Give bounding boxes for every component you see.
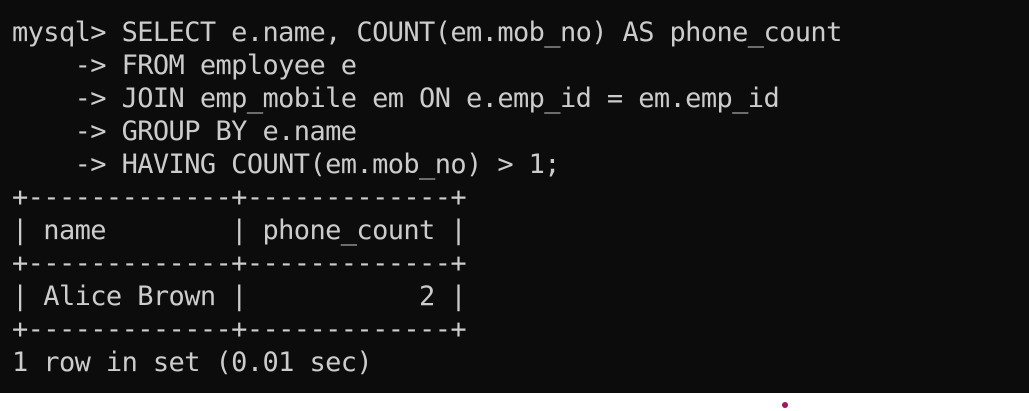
sql-prompt-line: mysql> SELECT e.name, COUNT(em.mob_no) A…	[12, 17, 842, 48]
bottom-strip	[0, 393, 1029, 411]
result-table-border: +-------------+-------------+	[12, 248, 467, 279]
sql-continuation-line: -> JOIN emp_mobile em ON e.emp_id = em.e…	[12, 83, 780, 114]
result-status-line: 1 row in set (0.01 sec)	[12, 347, 373, 378]
result-table-row: | Alice Brown | 2 |	[12, 281, 467, 312]
cursor-dot-icon	[782, 402, 788, 408]
result-table-border: +-------------+-------------+	[12, 182, 467, 213]
sql-continuation-line: -> HAVING COUNT(em.mob_no) > 1;	[12, 149, 561, 180]
sql-continuation-line: -> FROM employee e	[12, 50, 357, 81]
result-table-border: +-------------+-------------+	[12, 314, 467, 345]
result-table-header: | name | phone_count |	[12, 215, 467, 246]
terminal-window[interactable]: mysql> SELECT e.name, COUNT(em.mob_no) A…	[0, 0, 1029, 393]
sql-continuation-line: -> GROUP BY e.name	[12, 116, 357, 147]
